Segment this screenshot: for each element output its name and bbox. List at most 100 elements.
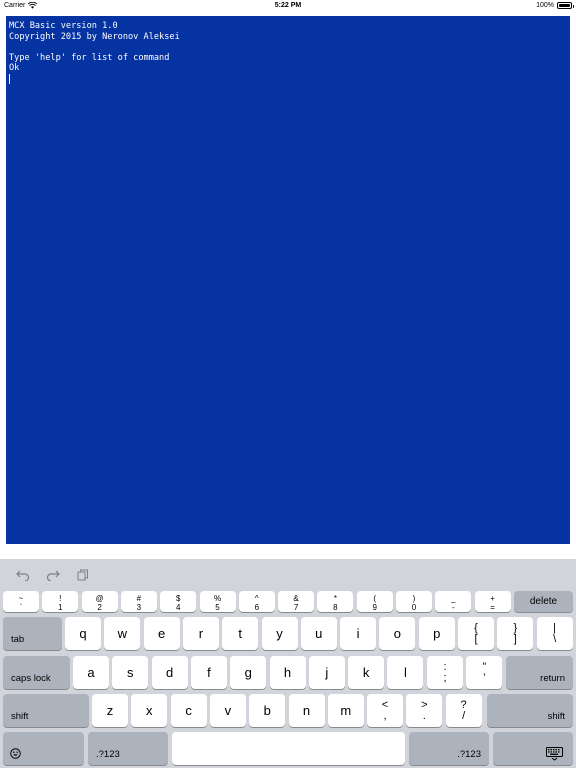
key-lower-symbol: 7: [293, 603, 299, 612]
key-h[interactable]: h: [269, 656, 306, 689]
key-pipe[interactable]: | \: [536, 617, 573, 650]
key-l[interactable]: l: [387, 656, 424, 689]
key-label: y: [276, 626, 283, 641]
key-label: g: [244, 665, 252, 680]
key-a[interactable]: a: [73, 656, 109, 689]
key-m[interactable]: m: [327, 694, 364, 727]
key-4[interactable]: $4: [160, 591, 197, 612]
hide-keyboard-key[interactable]: [493, 732, 573, 765]
numbers-key-left[interactable]: .?123: [88, 732, 168, 765]
key--[interactable]: _ -: [435, 591, 472, 612]
paste-icon[interactable]: [75, 568, 91, 582]
key-semicolon[interactable]: :;: [427, 656, 463, 689]
key-0[interactable]: ) 0: [396, 591, 432, 612]
key-upper-symbol: &: [293, 594, 299, 603]
key-b[interactable]: b: [249, 694, 286, 727]
key-lower-symbol: 5: [215, 603, 220, 612]
key-lower-symbol: .: [422, 710, 426, 722]
key-lower-symbol: -: [451, 603, 455, 612]
key-upper-symbol: %: [213, 594, 222, 603]
key-q[interactable]: q: [65, 617, 101, 650]
undo-icon[interactable]: [15, 568, 31, 582]
key-brackets[interactable]: {[: [458, 617, 494, 650]
caps-lock-key[interactable]: caps lock: [3, 656, 70, 689]
delete-key[interactable]: delete: [514, 591, 573, 612]
key-period[interactable]: >.: [406, 694, 443, 727]
key-d[interactable]: d: [151, 656, 188, 689]
keyboard-dismiss-icon: [546, 747, 563, 761]
return-key[interactable]: return: [506, 656, 573, 689]
key-9[interactable]: (9: [356, 591, 393, 612]
key-braces[interactable]: }]: [497, 617, 534, 650]
key-u[interactable]: u: [300, 617, 337, 650]
key-x[interactable]: x: [131, 694, 168, 727]
key-p[interactable]: p: [418, 617, 455, 650]
key-i[interactable]: i: [340, 617, 377, 650]
key-z[interactable]: z: [92, 694, 128, 727]
key-slash[interactable]: ? /: [445, 694, 482, 727]
key-6[interactable]: ^ 6: [238, 591, 275, 612]
key-upper-symbol: ): [412, 594, 416, 603]
key-3[interactable]: #3: [120, 591, 157, 612]
key-s[interactable]: s: [112, 656, 149, 689]
battery-fill: [559, 4, 570, 7]
key-label: h: [283, 665, 292, 680]
key-5[interactable]: % 5: [199, 591, 236, 612]
key-label: s: [127, 665, 134, 680]
status-time: 5:22 PM: [274, 2, 302, 9]
right-shift-key[interactable]: shift: [487, 694, 573, 727]
key-label: v: [224, 703, 232, 718]
key-label: t: [238, 626, 242, 641]
home-row: caps lock return a s d f g h j k l:;”’: [0, 656, 576, 689]
redo-icon[interactable]: [45, 568, 61, 582]
key-label: k: [362, 665, 370, 680]
key-r[interactable]: r: [182, 617, 219, 650]
key-=[interactable]: + =: [474, 591, 511, 612]
key-label: p: [433, 626, 441, 641]
key-lower-symbol: ]: [513, 633, 517, 645]
numbers-key-right[interactable]: .?123: [409, 732, 489, 765]
key-quote[interactable]: ”’: [466, 656, 503, 689]
key-j[interactable]: j: [308, 656, 345, 689]
emoji-key[interactable]: [3, 732, 84, 765]
key-c[interactable]: c: [170, 694, 207, 727]
key-upper-symbol: #: [136, 594, 142, 603]
key-y[interactable]: y: [261, 617, 298, 650]
tab-key[interactable]: tab: [3, 617, 62, 650]
key-label: d: [165, 665, 174, 680]
number-row: ~ `! 1 @2 #3 $4% 5 ^ 6 & 7 * 8(9) 0 _ - + = delete: [0, 591, 576, 612]
key-lower-symbol: 9: [372, 603, 377, 612]
key-n[interactable]: n: [288, 694, 325, 727]
key-e[interactable]: e: [143, 617, 180, 650]
text-cursor: [9, 73, 10, 84]
key-label: x: [146, 703, 153, 718]
key-g[interactable]: g: [230, 656, 267, 689]
battery-icon: [557, 2, 574, 9]
key-comma[interactable]: <,: [367, 694, 403, 727]
on-screen-keyboard: ~ `! 1 @2 #3 $4% 5 ^ 6 & 7 * 8(9) 0 _ - + = delete tab qwe…: [0, 559, 576, 768]
key-lower-symbol: `: [19, 603, 23, 612]
key-w[interactable]: w: [104, 617, 141, 650]
key-label: e: [157, 626, 166, 641]
space-bar[interactable]: [172, 732, 405, 765]
key-upper-symbol: !: [59, 594, 62, 603]
key-label: n: [302, 703, 311, 718]
key-1[interactable]: ! 1: [42, 591, 79, 612]
key-lower-symbol: [: [474, 633, 478, 645]
key-label: f: [207, 665, 211, 680]
key-7[interactable]: & 7: [278, 591, 315, 612]
key-label: r: [198, 626, 204, 641]
key-o[interactable]: o: [379, 617, 416, 650]
key-2[interactable]: @2: [81, 591, 118, 612]
key-k[interactable]: k: [348, 656, 385, 689]
key-upper-symbol: (: [373, 594, 377, 603]
key-label: w: [117, 626, 127, 641]
key-8[interactable]: * 8: [317, 591, 354, 612]
basic-terminal[interactable]: MCX Basic version 1.0 Copyright 2015 by N…: [6, 16, 570, 544]
key-`[interactable]: ~ `: [3, 591, 39, 612]
key-t[interactable]: t: [222, 617, 259, 650]
key-f[interactable]: f: [190, 656, 227, 689]
battery-percent: 100%: [536, 2, 554, 9]
key-v[interactable]: v: [209, 694, 246, 727]
left-shift-key[interactable]: shift: [3, 694, 89, 727]
